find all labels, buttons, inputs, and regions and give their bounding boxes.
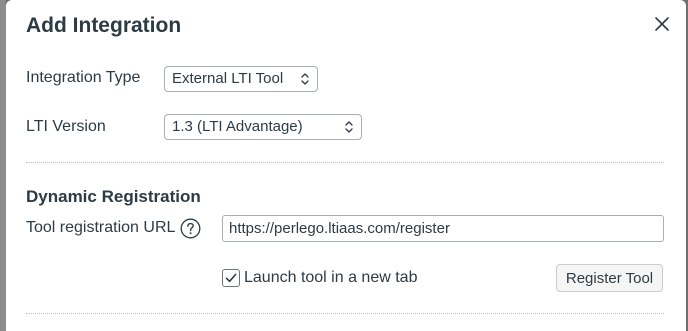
chevron-updown-icon xyxy=(345,121,353,133)
integration-type-select[interactable]: External LTI Tool xyxy=(164,66,318,92)
close-icon xyxy=(655,17,669,31)
dialog-title: Add Integration xyxy=(26,14,182,37)
section-divider xyxy=(26,162,664,163)
help-circle-icon xyxy=(180,218,201,239)
chevron-updown-icon xyxy=(301,73,309,85)
close-button[interactable] xyxy=(652,14,672,34)
tool-registration-url-label: Tool registration URL xyxy=(26,219,176,236)
register-tool-button[interactable]: Register Tool xyxy=(556,264,663,292)
launch-new-tab-checkbox[interactable]: Launch tool in a new tab xyxy=(222,267,417,289)
tool-registration-url-input[interactable] xyxy=(222,215,664,242)
integration-type-value: External LTI Tool xyxy=(172,70,284,87)
integration-type-label: Integration Type xyxy=(26,69,141,86)
launch-new-tab-label: Launch tool in a new tab xyxy=(244,269,418,286)
footer-divider xyxy=(26,313,664,314)
lti-version-label: LTI Version xyxy=(26,118,106,135)
help-button[interactable] xyxy=(180,218,201,239)
lti-version-value: 1.3 (LTI Advantage) xyxy=(172,118,303,135)
checkmark-icon xyxy=(225,273,237,283)
checkbox-box[interactable] xyxy=(222,269,240,287)
dynamic-registration-heading: Dynamic Registration xyxy=(26,187,201,206)
lti-version-select[interactable]: 1.3 (LTI Advantage) xyxy=(164,114,362,140)
add-integration-dialog: Add Integration Integration Type Externa… xyxy=(6,0,686,331)
